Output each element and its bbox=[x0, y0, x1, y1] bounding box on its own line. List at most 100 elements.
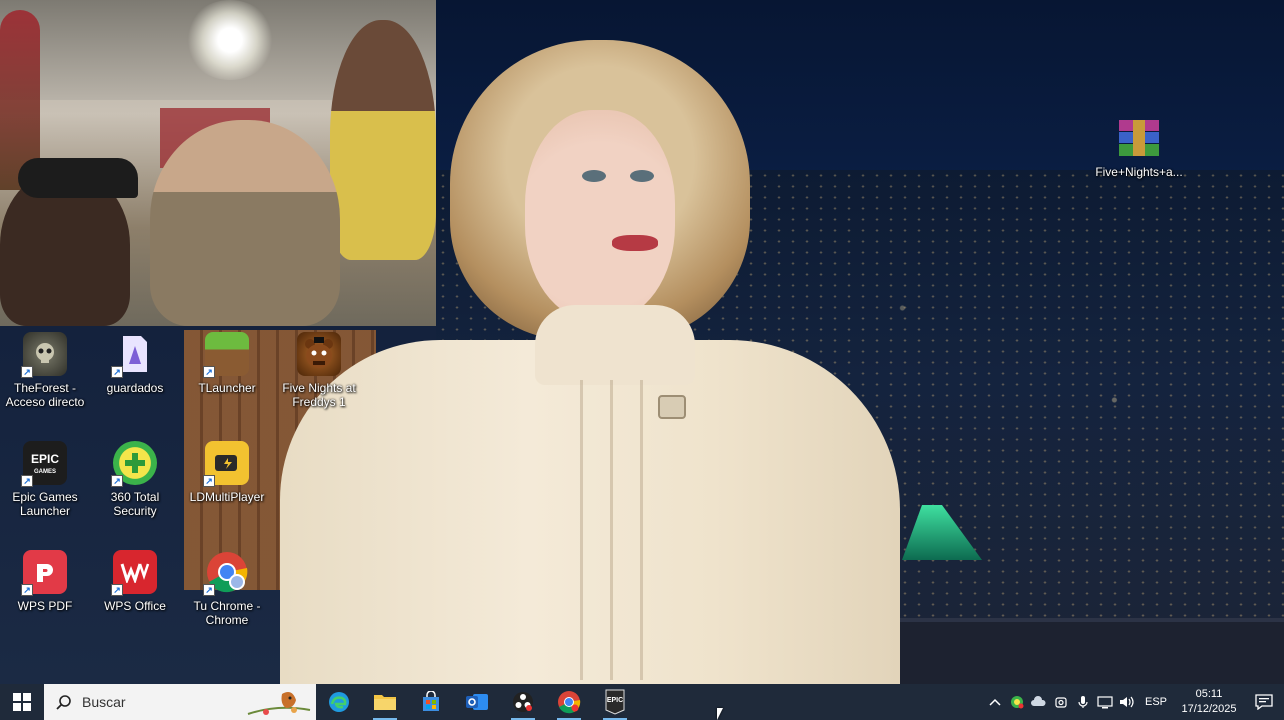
desktop-icon-ldmultiplayer[interactable]: ↗ LDMultiPlayer bbox=[182, 441, 272, 504]
guardados-icon: ↗ bbox=[111, 332, 157, 378]
shortcut-arrow-icon: ↗ bbox=[21, 366, 33, 378]
taskbar-store[interactable] bbox=[408, 684, 454, 720]
edge-icon bbox=[329, 692, 349, 712]
desktop-icon-label: WPS Office bbox=[104, 599, 166, 613]
wps-pdf-icon: ↗ bbox=[21, 550, 67, 596]
system-tray: ESP 05:11 17/12/2025 bbox=[984, 684, 1284, 720]
desktop-icon-label: TLauncher bbox=[198, 381, 256, 395]
face bbox=[525, 110, 675, 320]
clock-time: 05:11 bbox=[1195, 688, 1223, 700]
desktop-icon-label: WPS PDF bbox=[17, 599, 73, 613]
tray-meet-now[interactable] bbox=[1050, 684, 1072, 720]
shortcut-arrow-icon: ↗ bbox=[111, 475, 123, 487]
wps-office-icon: ↗ bbox=[111, 550, 157, 596]
search-box[interactable]: Buscar bbox=[44, 684, 316, 720]
chrome-icon bbox=[558, 691, 581, 714]
tray-360-security[interactable] bbox=[1006, 684, 1028, 720]
cloud-icon bbox=[1031, 696, 1046, 706]
svg-text:GAMES: GAMES bbox=[34, 469, 56, 475]
desktop-icon-label: Five+Nights+a... bbox=[1095, 165, 1183, 179]
desktop-icon-label: LDMultiPlayer bbox=[189, 490, 265, 504]
desktop-icon-label: TheForest - Acceso directo bbox=[5, 381, 85, 409]
desktop-icon-winrar-archive[interactable]: Five+Nights+a... bbox=[1094, 116, 1184, 179]
desktop-icon-wps-office[interactable]: ↗ WPS Office bbox=[90, 550, 180, 613]
tray-microphone[interactable] bbox=[1072, 684, 1094, 720]
shortcut-arrow-icon: ↗ bbox=[21, 584, 33, 596]
store-icon bbox=[423, 691, 439, 711]
tray-volume[interactable] bbox=[1116, 684, 1138, 720]
folder-icon bbox=[374, 695, 396, 710]
language-indicator[interactable]: ESP bbox=[1138, 696, 1174, 708]
cap bbox=[18, 158, 138, 198]
svg-text:EPIC: EPIC bbox=[31, 452, 59, 466]
desktop-icon-tu-chrome[interactable]: ↗ Tu Chrome - Chrome bbox=[182, 550, 272, 627]
webcam-light bbox=[185, 0, 275, 80]
chevron-up-icon bbox=[989, 698, 1001, 706]
desktop-icon-360-security[interactable]: ↗ 360 Total Security bbox=[90, 441, 180, 518]
tray-network[interactable] bbox=[1094, 684, 1116, 720]
windows-logo-icon bbox=[13, 693, 31, 711]
the-forest-icon: ↗ bbox=[21, 332, 67, 378]
desktop-icon-label: Epic Games Launcher bbox=[12, 490, 78, 518]
coat-pleat bbox=[580, 380, 583, 680]
network-icon bbox=[1097, 696, 1113, 709]
camera-icon bbox=[1055, 697, 1067, 708]
cream-coat bbox=[280, 340, 900, 684]
clock[interactable]: 05:11 17/12/2025 bbox=[1174, 687, 1244, 717]
taskbar: Buscar EPIC ESP 05:11 17/12/2025 bbox=[0, 684, 1284, 720]
tlauncher-icon: ↗ bbox=[203, 332, 249, 378]
desktop-icon-label: Tu Chrome - Chrome bbox=[193, 599, 261, 627]
search-placeholder: Buscar bbox=[82, 694, 126, 710]
taskbar-edge[interactable] bbox=[316, 684, 362, 720]
desktop-icon-theforest[interactable]: ↗ TheForest - Acceso directo bbox=[0, 332, 90, 409]
taskbar-epic-games[interactable]: EPIC bbox=[592, 684, 638, 720]
notification-icon bbox=[1255, 694, 1273, 710]
desktop-icon-wps-pdf[interactable]: ↗ WPS PDF bbox=[0, 550, 90, 613]
taskbar-obs[interactable] bbox=[500, 684, 546, 720]
taskbar-file-explorer[interactable] bbox=[362, 684, 408, 720]
shortcut-arrow-icon: ↗ bbox=[203, 475, 215, 487]
desktop-icon-epic-games[interactable]: EPIC GAMES ↗ Epic Games Launcher bbox=[0, 441, 90, 518]
left-eye bbox=[582, 170, 606, 182]
desktop-icon-label: Five Nights at Freddys 1 bbox=[282, 381, 356, 409]
shortcut-arrow-icon: ↗ bbox=[203, 366, 215, 378]
shortcut-arrow-icon: ↗ bbox=[21, 475, 33, 487]
coat-pleat bbox=[610, 380, 613, 680]
webcam-person-left bbox=[0, 158, 138, 326]
total-security-tray-icon bbox=[1011, 696, 1024, 709]
taskbar-outlook[interactable] bbox=[454, 684, 500, 720]
total-security-icon: ↗ bbox=[111, 441, 157, 487]
desktop-icon-fnaf[interactable]: Five Nights at Freddys 1 bbox=[274, 332, 364, 409]
desktop-icon-tlauncher[interactable]: ↗ TLauncher bbox=[182, 332, 272, 395]
chrome-icon: ↗ bbox=[203, 550, 249, 596]
mouse-cursor-icon bbox=[717, 708, 723, 720]
shortcut-arrow-icon: ↗ bbox=[203, 584, 215, 596]
notification-center-button[interactable] bbox=[1244, 684, 1284, 720]
webcam-person-right bbox=[330, 20, 436, 260]
desktop-icon-label: guardados bbox=[106, 381, 164, 395]
clock-date: 17/12/2025 bbox=[1181, 703, 1237, 715]
epic-games-icon: EPIC bbox=[605, 689, 625, 715]
lips bbox=[612, 235, 658, 251]
coat-pleat bbox=[640, 380, 643, 680]
shortcut-arrow-icon: ↗ bbox=[111, 584, 123, 596]
right-eye bbox=[630, 170, 654, 182]
svg-text:EPIC: EPIC bbox=[607, 697, 623, 704]
ldmultiplayer-icon: ↗ bbox=[203, 441, 249, 487]
webcam-overlay bbox=[0, 0, 436, 326]
start-button[interactable] bbox=[0, 684, 44, 720]
shortcut-arrow-icon: ↗ bbox=[111, 366, 123, 378]
tray-onedrive[interactable] bbox=[1028, 684, 1050, 720]
desktop-icon-label: 360 Total Security bbox=[110, 490, 160, 518]
webcam-person-center bbox=[150, 120, 340, 326]
outlook-icon bbox=[466, 694, 488, 710]
search-icon bbox=[56, 695, 71, 710]
brooch bbox=[658, 395, 686, 419]
tray-overflow-button[interactable] bbox=[984, 684, 1006, 720]
winrar-icon bbox=[1117, 116, 1161, 160]
taskbar-chrome[interactable] bbox=[546, 684, 592, 720]
couch bbox=[880, 618, 1284, 684]
microphone-icon bbox=[1078, 696, 1088, 708]
search-highlight-squirrel-icon bbox=[247, 692, 311, 715]
desktop-icon-guardados[interactable]: ↗ guardados bbox=[90, 332, 180, 395]
